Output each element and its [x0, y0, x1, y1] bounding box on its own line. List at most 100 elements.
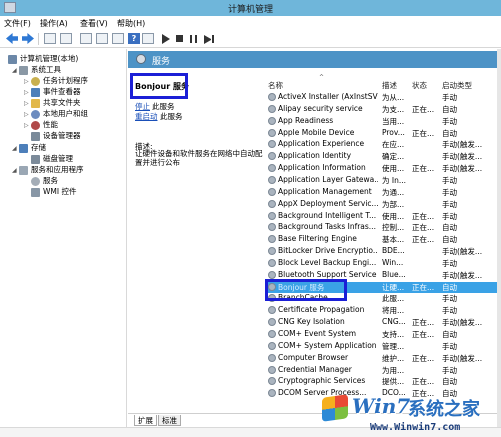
- service-row[interactable]: Block Level Backup Engi... Win... 手动: [266, 258, 497, 269]
- service-name: Apple Mobile Device: [278, 127, 355, 137]
- service-row[interactable]: App Readiness 当用... 手动: [266, 116, 497, 127]
- service-row[interactable]: Apple Mobile Device Prov... 正在... 自动: [266, 128, 497, 139]
- performance-icon: [31, 120, 40, 130]
- service-row[interactable]: Application Experience 在应... 手动(触发...: [266, 139, 497, 150]
- service-row[interactable]: Application Information 使用... 正在... 手动(触发..…: [266, 163, 497, 174]
- service-startup-type: 自动: [442, 223, 457, 233]
- restart-service-text: 此服务: [160, 112, 183, 121]
- service-row[interactable]: Application Identity 确定... 手动(触发...: [266, 151, 497, 162]
- menu-bar: 文件(F) 操作(A) 查看(V) 帮助(H): [0, 16, 501, 30]
- menu-view[interactable]: 查看(V): [80, 18, 108, 29]
- service-row[interactable]: CNG Key Isolation CNG... 正在... 手动(触发...: [266, 317, 497, 328]
- forward-icon[interactable]: [22, 33, 34, 44]
- service-name: App Readiness: [278, 115, 334, 125]
- tree-item-device-manager[interactable]: 设备管理器: [31, 130, 81, 142]
- service-gear-icon: [268, 270, 276, 279]
- folder-icon: [31, 98, 40, 108]
- windows-logo-icon: [322, 394, 348, 422]
- tab-extended[interactable]: 扩展: [134, 415, 157, 426]
- service-row[interactable]: Cryptographic Services 提供... 正在... 自动: [266, 376, 497, 387]
- service-gear-icon: [268, 140, 276, 149]
- service-gear-icon: [268, 164, 276, 173]
- service-gear-icon: [268, 247, 276, 256]
- service-name: COM+ Event System: [278, 329, 357, 338]
- service-description: 提供...: [382, 377, 405, 387]
- service-description: 使用...: [382, 164, 405, 174]
- watermark-brand-cn: 系统之家: [408, 399, 480, 420]
- tree-item-wmi-control[interactable]: WMI 控件: [31, 186, 76, 198]
- service-startup-type: 手动(触发...: [442, 152, 483, 162]
- tab-standard[interactable]: 标准: [158, 415, 181, 426]
- service-startup-type: 手动: [442, 341, 457, 351]
- column-header-startup-type[interactable]: 启动类型: [442, 80, 472, 91]
- service-gear-icon: [268, 199, 276, 208]
- service-startup-type: 手动(触发...: [442, 353, 483, 363]
- show-tree-icon[interactable]: [60, 33, 72, 44]
- watermark: Win7 系统之家 Www.Winwin7.com: [318, 392, 501, 437]
- service-row[interactable]: AppX Deployment Servic... 为部... 手动: [266, 199, 497, 210]
- service-name: Computer Browser: [278, 352, 349, 362]
- pause-service-icon[interactable]: [190, 35, 197, 43]
- service-name: ActiveX Installer (AxInstSV): [278, 92, 378, 101]
- service-gear-icon: [268, 389, 276, 398]
- service-row[interactable]: COM+ System Application 管理... 手动: [266, 341, 497, 352]
- service-row[interactable]: COM+ Event System 支持... 正在... 自动: [266, 329, 497, 340]
- column-header-status[interactable]: 状态: [412, 80, 427, 91]
- disk-icon: [31, 154, 40, 164]
- service-row[interactable]: Alipay security service 为支... 正在... 自动: [266, 104, 497, 115]
- service-description: 支持...: [382, 330, 405, 339]
- service-row[interactable]: ActiveX Installer (AxInstSV) 为从... 手动: [266, 92, 497, 103]
- export-icon[interactable]: [96, 33, 108, 44]
- service-startup-type: 手动: [442, 199, 457, 209]
- service-status: 正在...: [412, 318, 435, 328]
- up-icon[interactable]: [44, 33, 56, 44]
- service-startup-type: 手动: [442, 187, 457, 197]
- column-header-description[interactable]: 描述: [382, 80, 397, 91]
- gear-icon: [136, 54, 146, 64]
- service-startup-type: 自动: [442, 128, 457, 138]
- service-startup-type: 手动(触发...: [442, 318, 483, 328]
- service-startup-type: 手动: [442, 365, 457, 375]
- start-service-icon[interactable]: [162, 34, 170, 44]
- service-gear-icon: [268, 223, 276, 232]
- highlight-box-row: [265, 279, 347, 301]
- properties-icon[interactable]: [112, 33, 124, 44]
- right-scrollbar[interactable]: [497, 49, 501, 427]
- service-description: Prov...: [382, 127, 405, 137]
- stop-service-icon[interactable]: [176, 35, 183, 42]
- service-row[interactable]: Application Management 为通... 手动: [266, 187, 497, 198]
- service-row[interactable]: Background Intelligent T... 使用... 正在... 手动: [266, 211, 497, 222]
- restart-service-link[interactable]: 重启动: [135, 111, 158, 122]
- service-startup-type: 自动: [442, 235, 457, 245]
- service-name: Bluetooth Support Service: [278, 269, 377, 279]
- service-name: Application Experience: [278, 139, 365, 149]
- service-name: Background Intelligent T...: [278, 210, 377, 220]
- service-description: BDE...: [382, 246, 405, 256]
- refresh-icon[interactable]: [80, 33, 92, 44]
- service-status: 正在...: [412, 104, 435, 114]
- service-row[interactable]: Certificate Propagation 将用... 手动: [266, 305, 497, 316]
- service-status: 正在...: [412, 164, 435, 174]
- service-row[interactable]: Credential Manager 为用... 手动: [266, 365, 497, 376]
- back-icon[interactable]: [6, 33, 18, 44]
- menu-file[interactable]: 文件(F): [4, 18, 31, 29]
- help-icon[interactable]: ?: [128, 33, 140, 44]
- menu-action[interactable]: 操作(A): [40, 18, 68, 29]
- menu-help[interactable]: 帮助(H): [117, 18, 145, 29]
- service-row[interactable]: Computer Browser 维护... 正在... 手动(触发...: [266, 353, 497, 364]
- service-row[interactable]: BitLocker Drive Encryptio... BDE... 手动(触发.…: [266, 246, 497, 257]
- column-header-name[interactable]: 名称: [268, 80, 283, 91]
- service-name: Certificate Propagation: [278, 305, 365, 315]
- service-row[interactable]: Background Tasks Infras... 控制... 正在... 自动: [266, 222, 497, 233]
- service-gear-icon: [268, 211, 276, 220]
- service-name: Application Identity: [278, 151, 352, 161]
- service-startup-type: 自动: [442, 330, 457, 339]
- service-row[interactable]: Base Filtering Engine 基本... 正在... 自动: [266, 234, 497, 245]
- service-row[interactable]: Application Layer Gatewa... 为 In... 手动: [266, 175, 497, 186]
- restart-service-icon[interactable]: [204, 35, 214, 44]
- service-description: Blue...: [382, 269, 406, 279]
- service-gear-icon: [268, 128, 276, 137]
- view-icon[interactable]: [142, 33, 154, 44]
- service-startup-type: 手动: [442, 258, 457, 268]
- service-name: AppX Deployment Servic...: [278, 198, 378, 208]
